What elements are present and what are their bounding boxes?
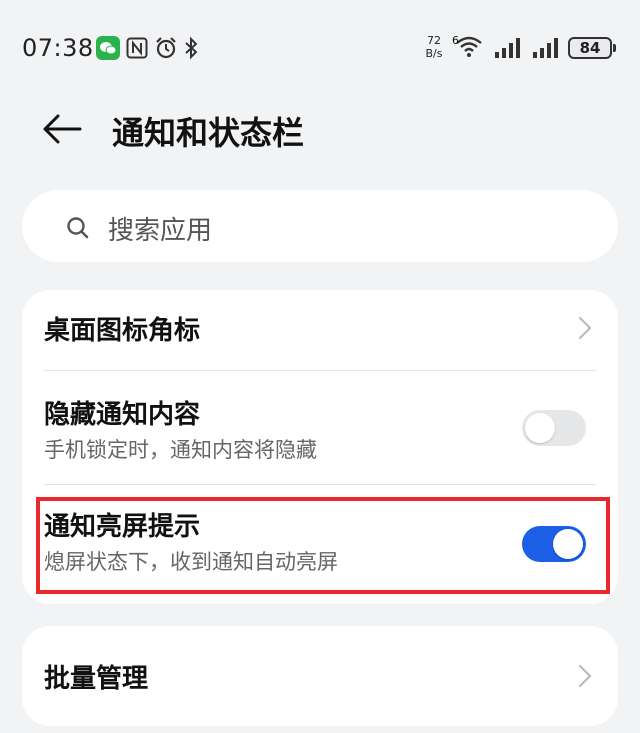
network-speed-value: 72 bbox=[427, 34, 441, 47]
annotation-highlight-box bbox=[36, 497, 610, 594]
wifi-icon: 6 bbox=[452, 34, 484, 58]
signal-icon-1 bbox=[494, 36, 522, 60]
status-bar: 07:38 72 B/s 6 84 bbox=[0, 0, 640, 96]
chevron-right-icon bbox=[578, 664, 592, 688]
nfc-icon bbox=[126, 36, 148, 60]
batch-card: 批量管理 bbox=[22, 626, 618, 726]
battery-indicator: 84 bbox=[568, 37, 616, 59]
search-placeholder: 搜索应用 bbox=[108, 216, 213, 246]
page-title: 通知和状态栏 bbox=[112, 114, 305, 152]
signal-icon-2 bbox=[532, 36, 560, 60]
chevron-right-icon bbox=[578, 316, 592, 340]
badge-setting-row[interactable]: 桌面图标角标 bbox=[22, 290, 618, 370]
hide-content-title: 隐藏通知内容 bbox=[44, 400, 201, 430]
hide-content-setting-row: 隐藏通知内容 手机锁定时，通知内容将隐藏 bbox=[22, 370, 618, 484]
wifi-label: 6 bbox=[452, 34, 459, 47]
hide-content-subtitle: 手机锁定时，通知内容将隐藏 bbox=[44, 438, 317, 462]
status-time: 07:38 bbox=[22, 34, 94, 62]
alarm-icon bbox=[154, 36, 178, 60]
bluetooth-icon bbox=[184, 36, 198, 60]
batch-manage-title: 批量管理 bbox=[44, 664, 149, 694]
search-icon bbox=[66, 216, 90, 240]
batch-manage-row[interactable]: 批量管理 bbox=[22, 626, 618, 726]
page-header: 通知和状态栏 bbox=[0, 96, 640, 166]
network-speed-unit: B/s bbox=[425, 47, 443, 60]
back-arrow-icon[interactable] bbox=[42, 111, 82, 147]
network-speed: 72 B/s bbox=[420, 34, 448, 60]
wechat-icon bbox=[96, 36, 120, 60]
hide-content-toggle[interactable] bbox=[522, 410, 586, 446]
search-bar[interactable]: 搜索应用 bbox=[22, 190, 618, 262]
badge-setting-title: 桌面图标角标 bbox=[44, 316, 201, 346]
toggle-knob bbox=[525, 413, 555, 443]
